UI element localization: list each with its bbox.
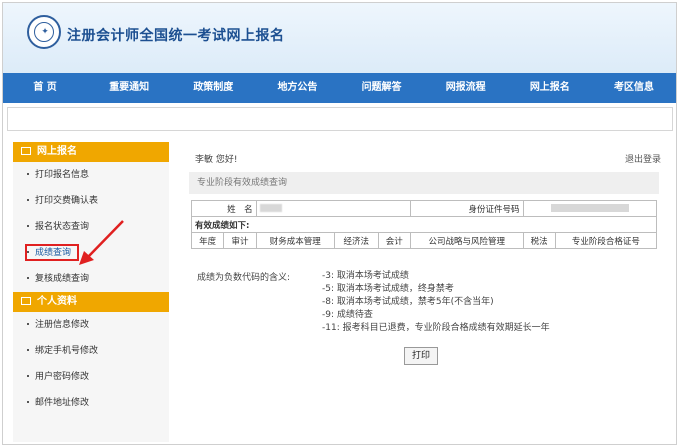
bullet-icon bbox=[27, 349, 29, 351]
nav-notices[interactable]: 重要通知 bbox=[87, 73, 171, 103]
name-label: 姓 名 bbox=[191, 200, 257, 217]
code-item: -9: 成绩待查 bbox=[322, 310, 373, 320]
valid-scores-label: 有效成绩如下: bbox=[191, 216, 657, 233]
sidebar-section-title: 个人资料 bbox=[37, 296, 77, 307]
nav-exam-area-info[interactable]: 考区信息 bbox=[592, 73, 676, 103]
site-header: ✦ 注册会计师全国统一考试网上报名 bbox=[3, 3, 676, 73]
column-header: 会计 bbox=[377, 232, 411, 249]
sidebar-item-status-query[interactable]: 报名状态查询 bbox=[13, 214, 169, 240]
negative-code-legend-label: 成绩为负数代码的含义: bbox=[197, 273, 291, 283]
nav-online-registration[interactable]: 网上报名 bbox=[508, 73, 592, 103]
sidebar-item-print-payment[interactable]: 打印交费确认表 bbox=[13, 188, 169, 214]
id-value bbox=[522, 200, 657, 217]
nav-policies[interactable]: 政策制度 bbox=[171, 73, 255, 103]
table-header-row: 年度 审计 财务成本管理 经济法 会计 公司战略与风险管理 税法 专业阶段合格证… bbox=[190, 232, 658, 249]
site-title: 注册会计师全国统一考试网上报名 bbox=[67, 28, 285, 44]
print-button[interactable]: 打印 bbox=[404, 347, 438, 365]
bullet-icon bbox=[27, 225, 29, 227]
code-item: -11: 报考科目已退费，专业阶段合格成绩有效期延长一年 bbox=[322, 323, 550, 333]
annotation-highlight-box bbox=[25, 244, 79, 261]
bullet-icon bbox=[27, 199, 29, 201]
sidebar-item-edit-password[interactable]: 用户密码修改 bbox=[13, 364, 169, 390]
sidebar-item-score-review[interactable]: 复核成绩查询 bbox=[13, 266, 169, 292]
sidebar-item-edit-registration[interactable]: 注册信息修改 bbox=[13, 312, 169, 338]
id-label: 身份证件号码 bbox=[409, 200, 524, 217]
sidebar-section-registration: 网上报名 bbox=[13, 142, 169, 162]
column-header: 经济法 bbox=[333, 232, 379, 249]
table-row: 有效成绩如下: bbox=[191, 216, 657, 233]
nav-process[interactable]: 网报流程 bbox=[424, 73, 508, 103]
id-card-icon bbox=[21, 297, 31, 305]
column-header: 审计 bbox=[223, 232, 257, 249]
negative-code-list: -3: 取消本场考试成绩 -5: 取消本场考试成绩，终身禁考 -8: 取消本场考… bbox=[322, 270, 550, 335]
bullet-icon bbox=[27, 173, 29, 175]
sidebar-item-print-registration[interactable]: 打印报名信息 bbox=[13, 162, 169, 188]
score-table: 姓 名 身份证件号码 有效成绩如下: 年度 审计 财务成本管理 经济法 会计 公… bbox=[190, 200, 658, 249]
nav-faq[interactable]: 问题解答 bbox=[340, 73, 424, 103]
bullet-icon bbox=[27, 401, 29, 403]
logout-link[interactable]: 退出登录 bbox=[625, 152, 661, 165]
column-header: 税法 bbox=[522, 232, 556, 249]
info-strip bbox=[7, 107, 673, 131]
table-row: 姓 名 身份证件号码 bbox=[191, 200, 657, 217]
section-title: 专业阶段有效成绩查询 bbox=[189, 172, 659, 194]
site-logo-icon: ✦ bbox=[27, 15, 61, 49]
code-item: -5: 取消本场考试成绩，终身禁考 bbox=[322, 284, 454, 294]
sidebar-item-score-query[interactable]: 成绩查询 bbox=[13, 240, 169, 266]
bullet-icon bbox=[27, 375, 29, 377]
browser-frame: ✦ 注册会计师全国统一考试网上报名 首 页 重要通知 政策制度 地方公告 问题解… bbox=[2, 2, 677, 445]
column-header: 公司战略与风险管理 bbox=[409, 232, 524, 249]
user-greeting: 李敏 您好! bbox=[195, 155, 238, 165]
main-content: 李敏 您好! 退出登录 专业阶段有效成绩查询 姓 名 身份证件号码 有效成绩如下… bbox=[177, 142, 669, 440]
bullet-icon bbox=[27, 277, 29, 279]
column-header: 年度 bbox=[190, 232, 225, 249]
bullet-icon bbox=[27, 323, 29, 325]
sidebar: 网上报名 打印报名信息 打印交费确认表 报名状态查询 成绩查询 复核成绩查询 个… bbox=[13, 142, 169, 442]
column-header: 专业阶段合格证号 bbox=[554, 232, 658, 249]
sidebar-item-edit-phone[interactable]: 绑定手机号修改 bbox=[13, 338, 169, 364]
sidebar-item-edit-email[interactable]: 邮件地址修改 bbox=[13, 390, 169, 416]
column-header: 财务成本管理 bbox=[255, 232, 335, 249]
nav-local-announcements[interactable]: 地方公告 bbox=[255, 73, 339, 103]
sidebar-section-title: 网上报名 bbox=[37, 146, 77, 157]
redacted-name bbox=[259, 204, 282, 212]
code-item: -3: 取消本场考试成绩 bbox=[322, 271, 409, 281]
greeting-row: 李敏 您好! 退出登录 bbox=[183, 152, 661, 166]
redacted-id bbox=[550, 204, 629, 212]
main-nav: 首 页 重要通知 政策制度 地方公告 问题解答 网报流程 网上报名 考区信息 bbox=[3, 73, 676, 103]
sidebar-section-profile: 个人资料 bbox=[13, 292, 169, 312]
name-value bbox=[255, 200, 411, 217]
code-item: -8: 取消本场考试成绩，禁考5年(不含当年) bbox=[322, 297, 494, 307]
monitor-icon bbox=[21, 147, 31, 155]
nav-home[interactable]: 首 页 bbox=[3, 73, 87, 103]
